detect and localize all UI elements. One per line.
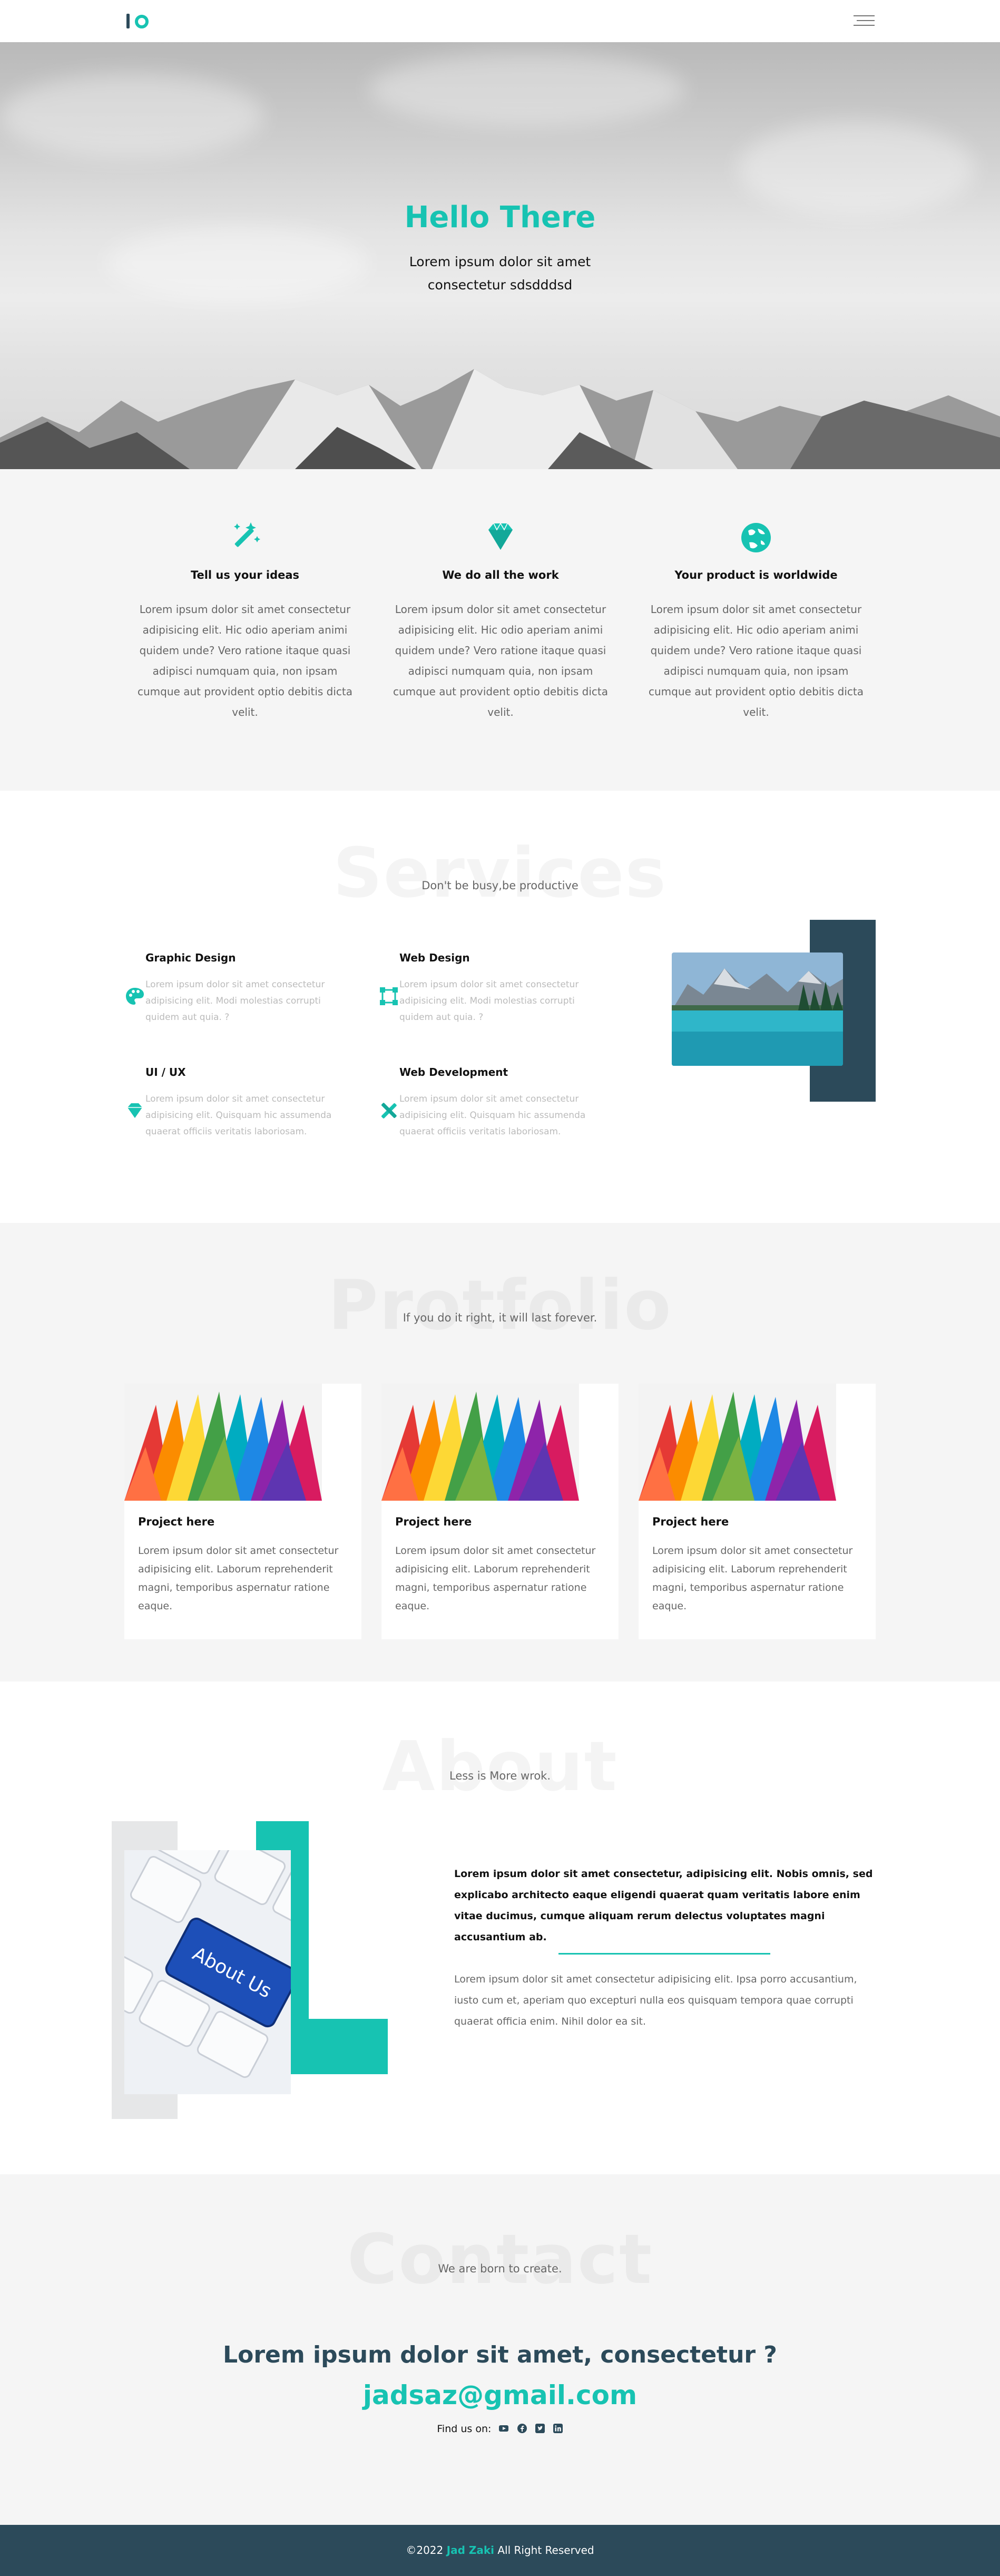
about-bold-text: Lorem ipsum dolor sit amet consectetur, … [454, 1868, 873, 1943]
feature-text: Lorem ipsum dolor sit amet consectetur a… [138, 603, 352, 718]
magic-wand-icon [234, 522, 260, 547]
footer-copyright: ©2022 [406, 2544, 444, 2556]
logo-bar [126, 14, 130, 28]
project-image [124, 1384, 322, 1501]
hero-title: Hello There [404, 200, 596, 235]
logo-ring [135, 15, 149, 28]
project-title: Project here [138, 1515, 215, 1528]
project-card[interactable]: Project here Lorem ipsum dolor sit amet … [639, 1384, 876, 1639]
menu-line [854, 15, 875, 16]
footer-rights: All Right Reserved [497, 2544, 594, 2556]
menu-line [854, 25, 875, 26]
project-card[interactable]: Project here Lorem ipsum dolor sit amet … [124, 1384, 361, 1639]
contact-question: Lorem ipsum dolor sit amet, consectetur … [223, 2341, 777, 2368]
hero-subtitle: Lorem ipsum dolor sit amet consectetur s… [409, 254, 591, 293]
cloud [369, 53, 685, 127]
features-section: Tell us your ideas Lorem ipsum dolor sit… [0, 469, 1000, 791]
services-section: Services Don't be busy,be productive Gra… [0, 791, 1000, 1223]
footer: ©2022 Jad Zaki All Right Reserved [0, 2525, 1000, 2576]
project-text: Lorem ipsum dolor sit amet consectetur a… [138, 1545, 339, 1612]
lake-photo [672, 952, 843, 1066]
service-item: Graphic Design Lorem ipsum dolor sit ame… [124, 951, 335, 1026]
service-text: Lorem ipsum dolor sit amet consectetur a… [145, 1094, 332, 1137]
section-ghost-title: Protfolio [0, 1265, 1000, 1345]
service-item: Web Design Lorem ipsum dolor sit amet co… [378, 951, 589, 1026]
section-subtitle: Less is More wrok. [449, 1770, 551, 1782]
feature-title: Your product is worldwide [674, 569, 838, 581]
menu-line [857, 20, 875, 21]
feature-title: Tell us your ideas [190, 569, 300, 581]
find-us-label: Find us on: [437, 2423, 492, 2435]
service-title: Web Design [399, 951, 470, 964]
service-text: Lorem ipsum dolor sit amet consectetur a… [399, 1094, 586, 1137]
footer-author-link[interactable]: Jad Zaki [447, 2544, 494, 2556]
section-subtitle: Don't be busy,be productive [421, 879, 579, 892]
facebook-icon[interactable] [517, 2423, 527, 2434]
service-title: Graphic Design [145, 951, 236, 964]
globe-icon [741, 523, 771, 552]
project-title: Project here [395, 1515, 472, 1528]
cloud [0, 74, 263, 158]
project-text: Lorem ipsum dolor sit amet consectetur a… [395, 1545, 596, 1612]
about-divider [558, 1953, 770, 1955]
project-image [639, 1384, 836, 1501]
find-us-row: Find us on: [0, 2423, 1000, 2435]
project-text: Lorem ipsum dolor sit amet consectetur a… [652, 1545, 853, 1612]
feature-text: Lorem ipsum dolor sit amet consectetur a… [649, 603, 864, 718]
hamburger-menu-icon[interactable] [854, 12, 875, 30]
feature-card: We do all the work Lorem ipsum dolor sit… [390, 519, 611, 723]
project-card[interactable]: Project here Lorem ipsum dolor sit amet … [381, 1384, 619, 1639]
feature-card: Your product is worldwide Lorem ipsum do… [645, 519, 867, 723]
tools-icon [381, 1103, 397, 1119]
vector-square-icon [380, 987, 398, 1005]
diamond-icon [488, 522, 513, 550]
gem-icon [128, 1103, 142, 1118]
about-us-keyboard-photo: About Us [124, 1850, 291, 2094]
mountain-range [0, 369, 1000, 469]
service-text: Lorem ipsum dolor sit amet consectetur a… [399, 979, 579, 1023]
about-text: Lorem ipsum dolor sit amet consectetur a… [454, 1974, 857, 2027]
service-title: Web Development [399, 1066, 508, 1078]
section-subtitle: If you do it right, it will last forever… [403, 1311, 597, 1324]
cloud [105, 227, 369, 300]
top-nav [0, 0, 1000, 42]
linkedin-icon[interactable] [553, 2423, 563, 2434]
service-item: UI / UX Lorem ipsum dolor sit amet conse… [124, 1066, 335, 1140]
service-text: Lorem ipsum dolor sit amet consectetur a… [145, 979, 325, 1023]
section-ghost-title: Services [0, 833, 1000, 913]
hero-section: Hello There Lorem ipsum dolor sit amet c… [0, 42, 1000, 469]
twitter-icon[interactable] [535, 2423, 545, 2434]
logo[interactable] [124, 12, 156, 31]
project-title: Project here [652, 1515, 729, 1528]
palette-icon [126, 988, 144, 1005]
feature-card: Tell us your ideas Lorem ipsum dolor sit… [134, 519, 356, 723]
project-image [381, 1384, 579, 1501]
contact-email-link[interactable]: jadsaz@gmail.com [0, 2380, 1000, 2410]
feature-text: Lorem ipsum dolor sit amet consectetur a… [393, 603, 608, 718]
feature-title: We do all the work [442, 569, 559, 581]
about-section: About Less is More wrok. About Us Lorem … [0, 1681, 1000, 2174]
section-subtitle: We are born to create. [438, 2262, 562, 2275]
youtube-icon[interactable] [498, 2423, 509, 2434]
service-item: Web Development Lorem ipsum dolor sit am… [378, 1066, 589, 1140]
portfolio-section: Protfolio If you do it right, it will la… [0, 1223, 1000, 1681]
section-ghost-title: About [0, 1726, 1000, 1806]
service-title: UI / UX [145, 1066, 186, 1078]
contact-section: Contact We are born to create. Lorem ips… [0, 2174, 1000, 2525]
section-ghost-title: Contact [0, 2219, 1000, 2299]
